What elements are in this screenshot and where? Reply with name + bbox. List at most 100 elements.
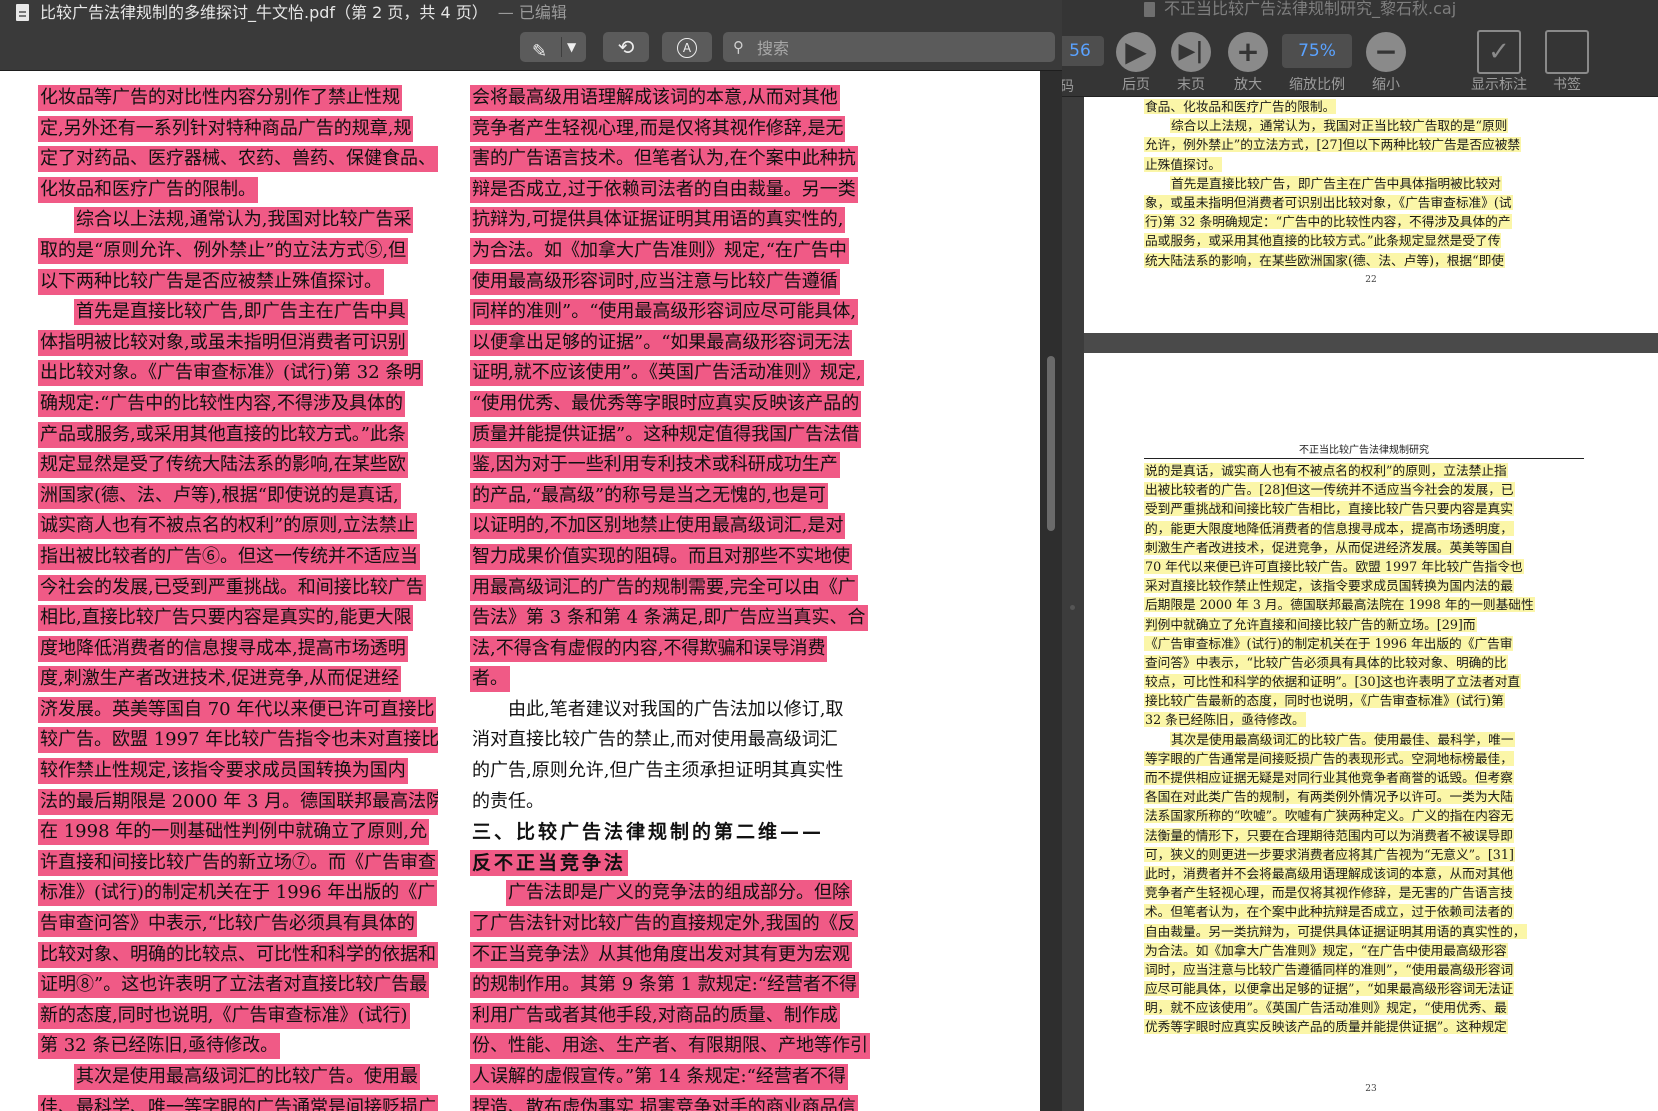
page-number-field[interactable]: 56 xyxy=(1062,36,1104,66)
search-field[interactable]: ⚲ xyxy=(723,32,1055,62)
zoom-in-button[interactable]: + 放大 xyxy=(1223,28,1273,93)
search-input[interactable] xyxy=(755,35,1039,61)
highlighted-text[interactable]: 法衡量的情形下，只要在合理期待范围内可以为消费者不被误导即 xyxy=(1144,827,1514,843)
highlighted-text[interactable]: 产品或服务,或采用其他直接的比较方式。”此条 xyxy=(38,421,408,448)
text[interactable]: 的责任。 xyxy=(470,789,546,815)
highlighted-text[interactable]: 行)第 32 条明确规定：“广告中的比较性内容，不得涉及具体的产 xyxy=(1144,214,1512,230)
highlighted-text[interactable]: 采对直接比较作禁止性规定，该指令要求成员国转换为国内法的最 xyxy=(1144,578,1514,594)
highlighted-text[interactable]: 确规定:“广告中的比较性内容,不得涉及具体的 xyxy=(38,390,405,417)
highlighted-text[interactable]: 较点，可比性和科学的依据和证明”。[30]这也许表明了立法者对直 xyxy=(1144,674,1522,690)
highlighted-text[interactable]: 质量并能提供证据”。这种规定值得我国广告法借 xyxy=(470,421,862,448)
zoom-ratio-field[interactable]: 75% xyxy=(1282,34,1352,68)
highlighted-text[interactable]: 许直接和间接比较广告的新立场⑦。而《广告审查 xyxy=(38,849,438,876)
highlighted-text[interactable]: 了广告法针对比较广告的直接规定外,我国的《反 xyxy=(470,911,858,938)
highlighted-text[interactable]: 明，就不应该使用”。《英国广告活动准则》规定，“使用优秀、最 xyxy=(1144,1000,1508,1016)
highlighted-text[interactable]: 辩是否成立,过于依赖司法者的自由裁量。另一类 xyxy=(470,176,858,203)
highlighted-text[interactable]: 说的是真话，诚实商人也有不被点名的权利”的原则，立法禁止指 xyxy=(1144,463,1508,478)
markup-toolbar-button[interactable]: A xyxy=(662,32,712,62)
bookmark-button[interactable]: 书签 xyxy=(1542,28,1592,93)
highlighted-text[interactable]: 证明⑧”。这也许表明了立法者对直接比较广告最 xyxy=(38,972,430,999)
highlighted-text[interactable]: 而不提供相应证据无疑是对同行业其他竞争者商誉的诋毁。但考察 xyxy=(1144,770,1514,785)
highlighted-text[interactable]: 者。 xyxy=(470,666,510,693)
highlighted-text[interactable]: 今社会的发展,已受到严重挑战。和间接比较广告 xyxy=(38,574,426,601)
highlighted-text[interactable]: 后期限是 2000 年 3 月。德国联邦最高法院在 1998 年的一则基础性 xyxy=(1144,597,1535,613)
highlighted-text[interactable]: 定了对药品、医疗器械、农药、兽药、保健食品、 xyxy=(38,146,438,173)
highlighted-text[interactable]: 较广告。欧盟 1997 年比较广告指令也未对直接比 xyxy=(38,727,438,754)
highlighted-text[interactable]: 法系国家所称的“吹嘘”。吹嘘有广狭两种定义。广义的指在内容无 xyxy=(1144,808,1515,824)
highlighted-text[interactable]: 较作禁止性规定,该指令要求成员国转换为国内 xyxy=(38,758,408,785)
highlighted-text[interactable]: 定,另外还有一系列针对特种商品广告的规章,规 xyxy=(38,115,414,142)
highlighted-text[interactable]: 综合以上法规,通常认为,我国对比较广告采 xyxy=(74,207,414,234)
highlighted-text[interactable]: 份、性能、用途、生产者、有限期限、产地等作引 xyxy=(470,1033,870,1060)
highlighted-text[interactable]: 为合法。如《加拿大广告准则》规定，“在广告中使用最高级形容 xyxy=(1144,942,1508,958)
highlighted-text[interactable]: 化妆品等广告的对比性内容分别作了禁止性规 xyxy=(38,85,402,111)
text[interactable]: 的广告,原则允许,但广告主须承担证明其真实性 xyxy=(470,758,845,784)
pdf-scrollbar-thumb[interactable] xyxy=(1047,356,1055,531)
highlighted-text[interactable]: 告法》第 3 条和第 4 条满足,即广告应当真实、合 xyxy=(470,605,868,632)
highlighted-text[interactable]: 告审查问答》中表示,“比较广告必须具有具体的 xyxy=(38,911,417,938)
highlighted-text[interactable]: 化妆品和医疗广告的限制。 xyxy=(38,176,258,203)
highlighted-text[interactable]: 首先是直接比较广告,即广告主在广告中具 xyxy=(74,299,408,326)
highlighted-text[interactable]: “使用优秀、最优秀等字眼时应真实反映该产品的 xyxy=(470,390,862,417)
zoom-out-button[interactable]: − 缩小 xyxy=(1361,28,1411,93)
highlighted-text[interactable]: 济发展。英美等国自 70 年代以来便已许可直接比 xyxy=(38,696,437,723)
highlighted-text[interactable]: 术。但笔者认为，在个案中此种抗辩是否成立，过于依赖司法者的 xyxy=(1144,904,1514,920)
highlighted-text[interactable]: 不正当竞争法》从其他角度出发对其有更为宏观 xyxy=(470,941,852,968)
highlighted-text[interactable]: 综合以上法规，通常认为，我国对正当比较广告取的是“原则 xyxy=(1170,118,1509,134)
highlighted-text[interactable]: 第 32 条已经陈旧,亟待修改。 xyxy=(38,1033,281,1060)
highlighted-text[interactable]: 相比,直接比较广告只要内容是真实的,能更大限 xyxy=(38,605,414,632)
highlighted-text[interactable]: 使用最高级形容词时,应当注意与比较广告遵循 xyxy=(470,268,840,295)
highlighted-text[interactable]: 用最高级词汇的广告的规制需要,完全可以由《广 xyxy=(470,574,858,601)
chevron-down-icon[interactable]: ▼ xyxy=(567,32,576,62)
highlighted-text[interactable]: 法的最后期限是 2000 年 3 月。德国联邦最高法院 xyxy=(38,788,438,815)
highlighted-text[interactable]: 会将最高级用语理解成该词的本意,从而对其他 xyxy=(470,85,840,111)
highlighted-text[interactable]: 竞争者产生轻视心理,而是仅将其视作修辞,是无 xyxy=(470,115,846,142)
highlighted-text[interactable]: 各国在对此类广告的规制，有两类例外情况予以许可。一类为大陆 xyxy=(1144,789,1514,805)
highlighted-text[interactable]: 受到严重挑战和间接比较广告相比，直接比较广告只要内容是真实 xyxy=(1144,501,1514,517)
highlighted-text[interactable]: 以便拿出足够的证据”。“如果最高级形容词无法 xyxy=(470,329,853,356)
highlighted-text[interactable]: 抗辩为,可提供具体证据证明其用语的真实性的, xyxy=(470,207,846,234)
highlighted-text[interactable]: 规定显然是受了传统大陆法系的影响,在某些欧 xyxy=(38,452,408,479)
highlighted-text[interactable]: 可，狭义的则更进一步要求消费者应将其广告视为“无意义”。[31] xyxy=(1144,846,1515,862)
highlighted-text[interactable]: 害的广告语言技术。但笔者认为,在个案中此种抗 xyxy=(470,146,858,173)
highlighted-text[interactable]: 法,不得含有虚假的内容,不得欺骗和误导消费 xyxy=(470,635,828,662)
highlighted-text[interactable]: 《广告审查标准》(试行)的制定机关在于 1996 年出版的《广告审 xyxy=(1144,635,1514,651)
highlighted-text[interactable]: 同样的准则”。“使用最高级形容词应尽可能具体, xyxy=(470,299,859,326)
highlighted-text[interactable]: 70 年代以来便已许可直接比较广告。欧盟 1997 年比较广告指令也 xyxy=(1144,558,1524,574)
highlighted-text[interactable]: 优秀等字眼时应真实反映该产品的质量并能提供证据”。这种规定 xyxy=(1144,1019,1508,1035)
highlighted-text[interactable]: 佳、最科学、唯一等字眼的广告通常是间接贬损广 xyxy=(38,1094,438,1111)
highlighted-text[interactable]: 出被比较者的广告。[28]但这一传统并不适应当今社会的发展，已 xyxy=(1144,482,1515,498)
highlighted-text[interactable]: 词时，应当注意与比较广告遵循同样的准则”，“使用最高级形容词 xyxy=(1144,961,1515,977)
highlighted-text[interactable]: 洲国家(德、法、卢等),根据“即使说的是真话, xyxy=(38,482,401,509)
highlighted-text[interactable]: 的产品,“最高级”的称号是当之无愧的,也是可 xyxy=(470,482,828,509)
highlighted-text[interactable]: 比较对象、明确的比较点、可比性和科学的依据和 xyxy=(38,941,438,968)
highlighted-text[interactable]: 度地降低消费者的信息搜寻成本,提高市场透明 xyxy=(38,635,408,662)
highlighted-text[interactable]: 反不正当竞争法 xyxy=(470,849,629,876)
highlighted-text[interactable]: 智力成果价值实现的阻碍。而且对那些不实地使 xyxy=(470,543,852,570)
highlighted-text[interactable]: 出比较对象。《广告审查标准》(试行)第 32 条明 xyxy=(38,360,424,387)
highlighted-text[interactable]: 为合法。如《加拿大广告准则》规定,“在广告中 xyxy=(470,237,849,264)
markup-pen-button[interactable]: ✎ ▼ xyxy=(520,32,586,62)
text[interactable]: 三、比较广告法律规制的第二维—— xyxy=(470,819,826,845)
highlighted-text[interactable]: 以证明的,不加区别地禁止使用最高级词汇,是对 xyxy=(470,513,846,540)
highlighted-text[interactable]: 人误解的虚假宣传。”第 14 条规定:“经营者不得 xyxy=(470,1064,848,1090)
highlighted-text[interactable]: 体指明被比较对象,或虽未指明但消费者可识别 xyxy=(38,329,408,356)
highlighted-text[interactable]: 诚实商人也有不被点名的权利”的原则,立法禁止 xyxy=(38,513,417,540)
highlighted-text[interactable]: 的规制作用。其第 9 条第 1 款规定:“经营者不得 xyxy=(470,972,860,999)
highlighted-text[interactable]: 接比较广告最新的态度，同时也说明，《广告审查标准》(试行)第 xyxy=(1144,693,1505,709)
highlighted-text[interactable]: 鉴,因为对于一些利用专利技术或科研成功生产 xyxy=(470,452,840,479)
highlighted-text[interactable]: 取的是“原则允许、例外禁止”的立法方式⑤,但 xyxy=(38,237,409,264)
highlighted-text[interactable]: 等字眼的广告通常是间接贬损广告的表现形式。空洞地标榜最佳， xyxy=(1144,750,1514,766)
highlighted-text[interactable]: 象，或虽未指明但消费者可识别出比较对象，《广告审查标准》(试 xyxy=(1144,194,1513,210)
highlighted-text[interactable]: 证明,就不应该使用”。《英国广告活动准则》规定, xyxy=(470,360,864,387)
highlighted-text[interactable]: 应尽可能具体，以便拿出足够的证据”，“如果最高级形容词无法证 xyxy=(1144,981,1515,997)
highlighted-text[interactable]: 新的态度,同时也说明,《广告审查标准》(试行) xyxy=(38,1002,410,1029)
text[interactable]: 消对直接比较广告的禁止,而对使用最高级词汇 xyxy=(470,727,840,753)
last-page-button[interactable]: ▶| 末页 xyxy=(1165,28,1217,93)
highlighted-text[interactable]: 判例中就确立了允许直接和间接比较广告的新立场。[29]而 xyxy=(1144,616,1477,632)
highlighted-text[interactable]: 止殊值探讨。 xyxy=(1144,156,1223,172)
highlighted-text[interactable]: 32 条已经陈旧，亟待修改。 xyxy=(1144,712,1306,728)
highlighted-text[interactable]: 首先是直接比较广告，即广告主在广告中具体指明被比较对 xyxy=(1170,175,1502,191)
highlighted-text[interactable]: 其次是使用最高级词汇的比较广告。使用最 xyxy=(74,1064,420,1090)
highlighted-text[interactable]: 查问答》中表示，“比较广告必须具有具体的比较对象、明确的比 xyxy=(1144,654,1508,670)
